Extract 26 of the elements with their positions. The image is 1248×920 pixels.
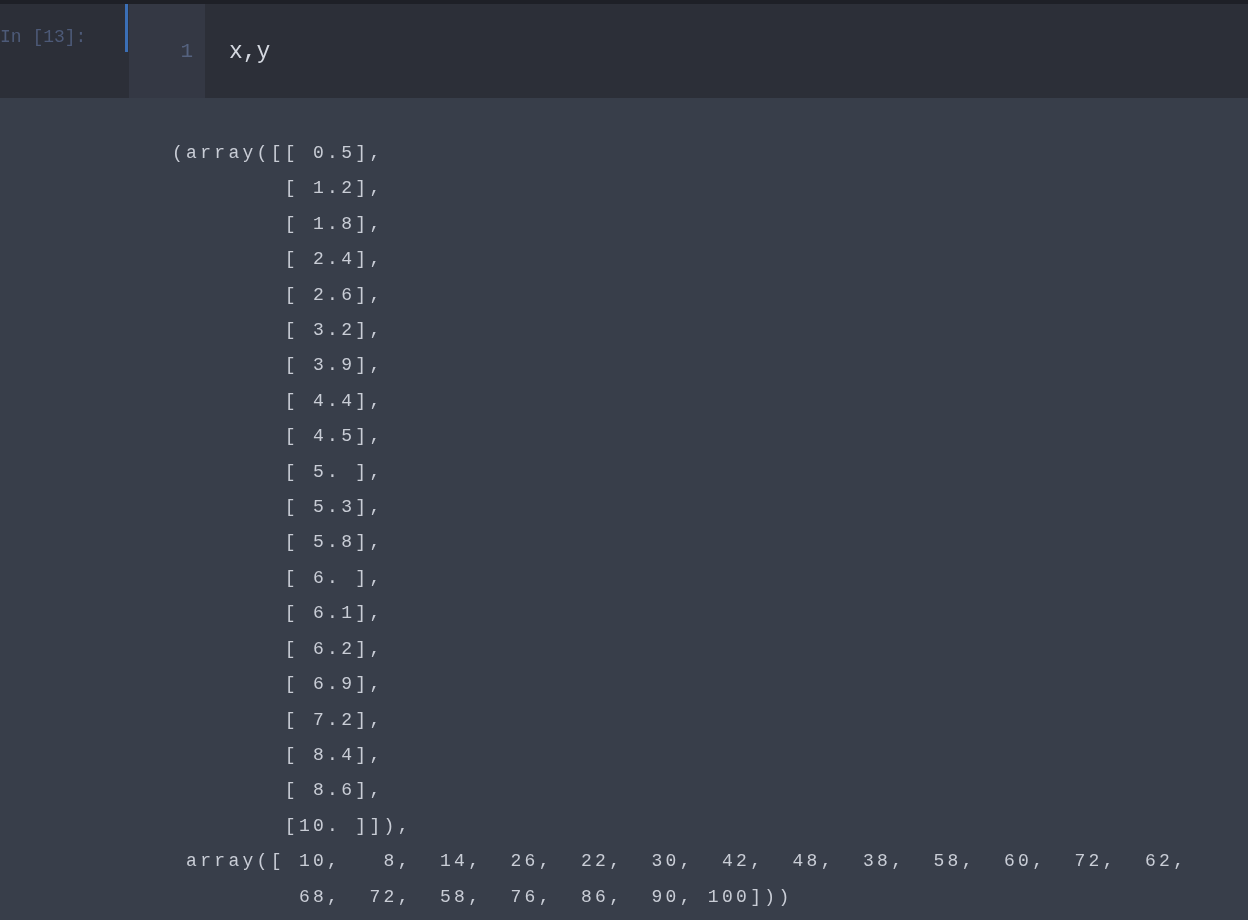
output-line: [ 5.3], <box>283 496 384 520</box>
output-line: [ 8.6], <box>283 779 384 803</box>
output-line: [ 7.2], <box>283 708 384 732</box>
output-line: [ 2.4], <box>283 248 384 272</box>
output-line: [ 6. ], <box>283 566 384 590</box>
output-line: [ 6.1], <box>283 602 384 626</box>
output-line: [ 6.2], <box>283 637 384 661</box>
line-number: 1 <box>180 39 193 65</box>
output-line: [ 1.8], <box>283 212 384 236</box>
output-line: [10. ]]), <box>283 814 412 838</box>
output-line: [ 5. ], <box>283 460 384 484</box>
output-line: [ 8.4], <box>283 743 384 767</box>
code-line: x,y <box>229 38 271 67</box>
output-line: [ 1.2], <box>283 177 384 201</box>
output-line: [ 3.2], <box>283 319 384 343</box>
output-line: [ 4.4], <box>283 389 384 413</box>
input-prompt: In [13]: <box>0 26 87 48</box>
output-line: [ 4.5], <box>283 425 384 449</box>
output-line: 68, 72, 58, 76, 86, 90, 100])) <box>297 885 793 909</box>
output-line: [ 2.6], <box>283 283 384 307</box>
output-line: [ 6.9], <box>283 673 384 697</box>
output-line: [ 5.8], <box>283 531 384 555</box>
output-line: [ 3.9], <box>283 354 384 378</box>
output-line: array([ 10, 8, 14, 26, 22, 30, 42, 48, 38, 58, 60, 72, 62, <box>185 850 1188 874</box>
code-editor[interactable]: 1 x,y <box>129 4 1248 98</box>
output-line: (array([[ 0.5], <box>172 142 384 165</box>
